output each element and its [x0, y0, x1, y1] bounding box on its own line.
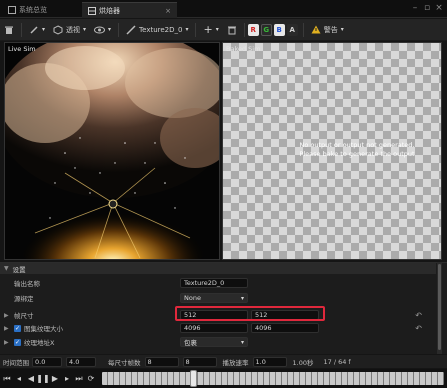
frames-per-dim-label: 每尺寸帧数 [108, 358, 141, 367]
view-label: 透视 [66, 25, 81, 34]
tab-baker[interactable]: 烘焙器 × [82, 2, 177, 18]
pause-icon[interactable]: ❚❚ [36, 373, 49, 385]
section-label: 设置 [12, 265, 26, 274]
show-options-button[interactable]: ▾ [90, 21, 115, 39]
toolbar: ▾ 透视 ▾ ▾ Texture2D_0 ▾ + ▾ R G B A 警告 ▾ [0, 19, 447, 41]
texture-address-checkbox[interactable]: ✓ [14, 338, 21, 346]
playback-rate-label: 播放速率 [222, 358, 249, 367]
tab-label: 系统总览 [19, 6, 47, 14]
chevron-down-icon: ▾ [240, 294, 244, 302]
source-binding-row: 源绑定 None ▾ [0, 292, 436, 304]
texture-address-value: 包裹 [184, 339, 197, 347]
channel-r-toggle[interactable]: R [247, 23, 259, 36]
live-sim-render [5, 43, 219, 259]
warning-button[interactable]: 警告 ▾ [307, 21, 348, 39]
minimize-icon[interactable]: – [410, 3, 420, 13]
time-display: 1.00秒 [292, 358, 314, 367]
jump-start-icon[interactable]: ⏮ [2, 373, 12, 385]
settings-tool-button[interactable]: ▾ [25, 21, 49, 39]
live-sim-label: Live Sim [8, 45, 36, 53]
channel-g-toggle[interactable]: G [260, 23, 272, 36]
timeline-playhead[interactable] [190, 370, 197, 387]
bake-button[interactable] [0, 21, 18, 39]
perspective-button[interactable]: 透视 ▾ [49, 21, 90, 39]
system-overview-icon [8, 6, 16, 14]
reverse-play-icon[interactable]: ◀ [26, 373, 36, 385]
jump-end-icon[interactable]: ⏭ [74, 373, 84, 385]
close-window-icon[interactable]: × [434, 3, 444, 13]
channel-b-toggle[interactable]: B [273, 23, 285, 36]
step-forward-icon[interactable]: ▸ [62, 373, 72, 385]
warning-label: 警告 [323, 25, 338, 34]
message-line: No output or output not generated. [299, 141, 415, 149]
source-binding-select[interactable]: None ▾ [180, 293, 248, 303]
texture-address-row: ▶ ✓ 纹理地址X 包裹 ▾ [0, 336, 436, 348]
settings-scrollbar[interactable] [437, 262, 442, 354]
play-icon[interactable]: ▶ [50, 373, 60, 385]
texture-address-label: 纹理地址X [24, 339, 55, 347]
warning-icon [311, 25, 321, 34]
timing-bar: 时间范围 0.0 4.0 每尺寸帧数 8 8 播放速率 1.0 1.00秒 17… [0, 355, 447, 368]
atlas-size-row: ▶ ✓ 图集纹理大小 4096 4096 ↶ [0, 322, 436, 334]
baker-icon [88, 6, 96, 15]
duration-label: 时间范围 [3, 358, 29, 367]
output-name-label: 输出名称 [14, 280, 40, 288]
chevron-down-icon: ▾ [240, 338, 244, 346]
texture-name: Texture2D_0 [139, 25, 183, 34]
step-back-icon[interactable]: ◂ [14, 373, 24, 385]
delete-output-button[interactable] [223, 21, 241, 39]
live-sim-viewport[interactable]: Live Sim [4, 42, 220, 260]
atlas-size-y-input[interactable]: 4096 [251, 323, 319, 333]
loop-icon[interactable]: ⟳ [86, 373, 96, 385]
close-icon[interactable]: × [165, 7, 171, 15]
cube-icon [53, 24, 63, 35]
atlas-size-checkbox[interactable]: ✓ [14, 324, 21, 332]
settings-section-header[interactable]: ▼ 设置 [0, 263, 436, 274]
texture-address-label-group: ✓ 纹理地址X [14, 337, 54, 347]
frames-y-input[interactable]: 8 [182, 356, 217, 367]
texture-select[interactable]: Texture2D_0 ▾ [122, 21, 192, 39]
atlas-size-x-input[interactable]: 4096 [180, 323, 248, 333]
channel-a-toggle[interactable]: A [286, 23, 298, 36]
duration-start-input[interactable]: 0.0 [32, 356, 62, 367]
add-output-button[interactable]: + ▾ [199, 21, 222, 39]
trash-bake-icon [5, 26, 13, 34]
expand-arrow-icon[interactable]: ▶ [4, 325, 9, 332]
plus-icon: + [203, 23, 213, 36]
collapse-arrow-icon: ▼ [4, 265, 9, 272]
playback-rate-input[interactable]: 1.0 [252, 356, 287, 367]
atlas-size-label: 图集纹理大小 [24, 325, 63, 333]
message-line: Please bake to generate the output [299, 150, 415, 158]
output-name-row: 输出名称 Texture2D_0 [0, 277, 436, 289]
highlight-box [175, 306, 325, 321]
expand-arrow-icon[interactable]: ▶ [4, 312, 9, 319]
tab-label: 烘焙器 [99, 6, 120, 15]
expand-arrow-icon[interactable]: ▶ [4, 339, 9, 346]
trash-icon [227, 26, 236, 34]
baked-sim-viewport[interactable]: Baked Sim No output or output not genera… [222, 42, 442, 260]
timeline-track[interactable] [102, 372, 444, 385]
frame-size-label: 帧尺寸 [14, 312, 34, 320]
atlas-size-label-group: ✓ 图集纹理大小 [14, 323, 63, 333]
brush-icon [126, 24, 136, 35]
frame-counter: 17 / 64 f [323, 357, 351, 366]
wrench-icon [30, 25, 38, 34]
source-binding-label: 源绑定 [14, 295, 34, 303]
texture-address-select[interactable]: 包裹 ▾ [180, 337, 248, 347]
tab-system-overview[interactable]: 系统总览 [2, 2, 53, 18]
tab-bar: 系统总览 烘焙器 × – ▫ × [0, 0, 447, 18]
baked-sim-label: Baked Sim [226, 45, 261, 53]
reset-icon[interactable]: ↶ [415, 324, 422, 333]
eye-icon [94, 26, 106, 33]
source-binding-value: None [184, 294, 201, 302]
maximize-icon[interactable]: ▫ [422, 3, 432, 13]
output-name-input[interactable]: Texture2D_0 [180, 278, 248, 288]
duration-end-input[interactable]: 4.0 [66, 356, 96, 367]
no-output-message: No output or output not generated. Pleas… [273, 141, 441, 159]
frames-x-input[interactable]: 8 [144, 356, 179, 367]
reset-icon[interactable]: ↶ [415, 311, 422, 320]
